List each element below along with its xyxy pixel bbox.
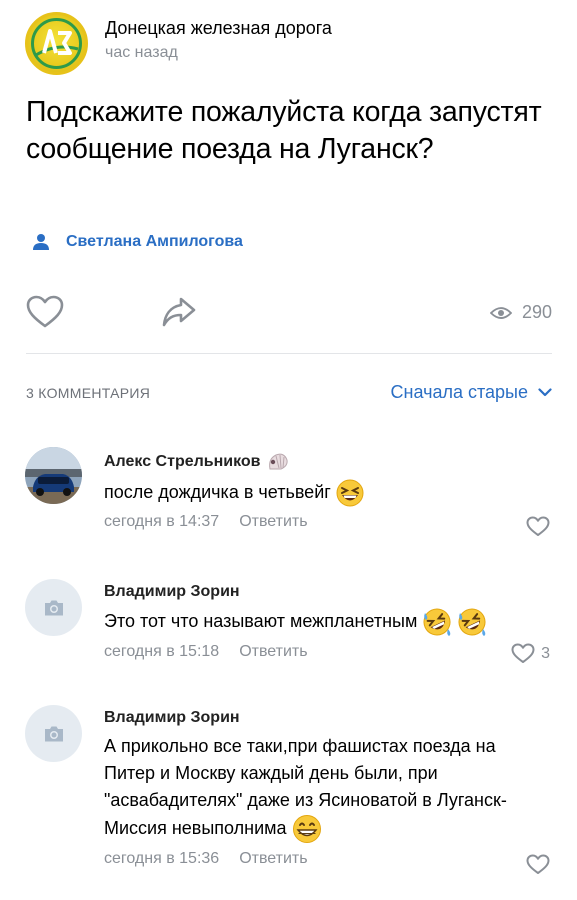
comment: Владимир Зорин А прикольно все таки,при … (25, 705, 552, 885)
sort-label: Сначала старые (390, 382, 528, 402)
comment-like-button[interactable] (526, 854, 550, 875)
views-count: 290 (521, 302, 552, 322)
post-text: Подскажите пожалуйста когда запустят соо… (26, 96, 542, 165)
rolling-on-floor-laughing-emoji-icon (458, 608, 486, 636)
heart-icon (26, 295, 64, 328)
post-time[interactable]: час назад (105, 42, 332, 64)
reply-button[interactable]: Ответить (239, 850, 307, 868)
heart-icon (526, 854, 550, 874)
rolling-on-floor-laughing-emoji-icon (423, 608, 451, 636)
chevron-down-icon (538, 388, 552, 397)
avatar[interactable] (25, 579, 82, 636)
comments-count: 3 КОММЕНТАРИЯ (26, 384, 151, 401)
user-icon (33, 234, 49, 250)
avatar[interactable] (25, 447, 82, 504)
share-button[interactable] (161, 295, 197, 334)
comment-time: сегодня в 15:18 (104, 643, 220, 660)
comment-author[interactable]: Алекс Стрельников (104, 453, 261, 471)
grinning-squinting-emoji-icon (336, 479, 364, 507)
group-name[interactable]: Донецкая железная дорога (105, 17, 332, 39)
post-header: Донецкая железная дорога час назад (25, 12, 332, 75)
comments-header: 3 КОММЕНТАРИЯ Сначала старые (26, 382, 552, 403)
seashell-icon (268, 453, 288, 470)
heart-icon (511, 643, 535, 663)
camera-icon (44, 600, 63, 615)
car-photo-avatar (25, 447, 82, 504)
comment: Алекс Стрельников после дождичка в четьв… (25, 447, 552, 547)
comment: Владимир Зорин Это тот что называют межп… (25, 579, 552, 679)
eye-icon (489, 306, 512, 319)
post-author[interactable]: Светлана Ампилогова (32, 233, 243, 251)
views-counter: 290 (489, 302, 552, 323)
like-button[interactable] (26, 295, 64, 334)
comment-time: сегодня в 15:36 (104, 850, 220, 867)
group-logo[interactable] (25, 12, 88, 75)
comment-time: сегодня в 14:37 (104, 513, 220, 531)
camera-icon (44, 726, 63, 741)
railway-logo-icon (31, 18, 82, 69)
comment-like-count: 3 (541, 644, 550, 662)
sort-dropdown[interactable]: Сначала старые (391, 382, 552, 403)
comment-author[interactable]: Владимир Зорин (104, 709, 240, 727)
heart-icon (526, 516, 550, 536)
reply-button[interactable]: Ответить (239, 643, 307, 661)
comment-author[interactable]: Владимир Зорин (104, 583, 240, 601)
post-author-name[interactable]: Светлана Ампилогова (66, 233, 243, 251)
comment-like-button[interactable]: 3 (511, 643, 550, 664)
divider (26, 353, 552, 354)
beaming-face-emoji-icon (292, 815, 321, 843)
reply-button[interactable]: Ответить (239, 513, 307, 531)
avatar[interactable] (25, 705, 82, 762)
comment-like-button[interactable] (526, 516, 550, 537)
post-actions: 290 (26, 295, 552, 331)
comment-text: после дождичка в четьвейг (104, 482, 331, 502)
comment-text: Это тот что называют межпланетным (104, 610, 418, 631)
share-icon (162, 297, 196, 327)
